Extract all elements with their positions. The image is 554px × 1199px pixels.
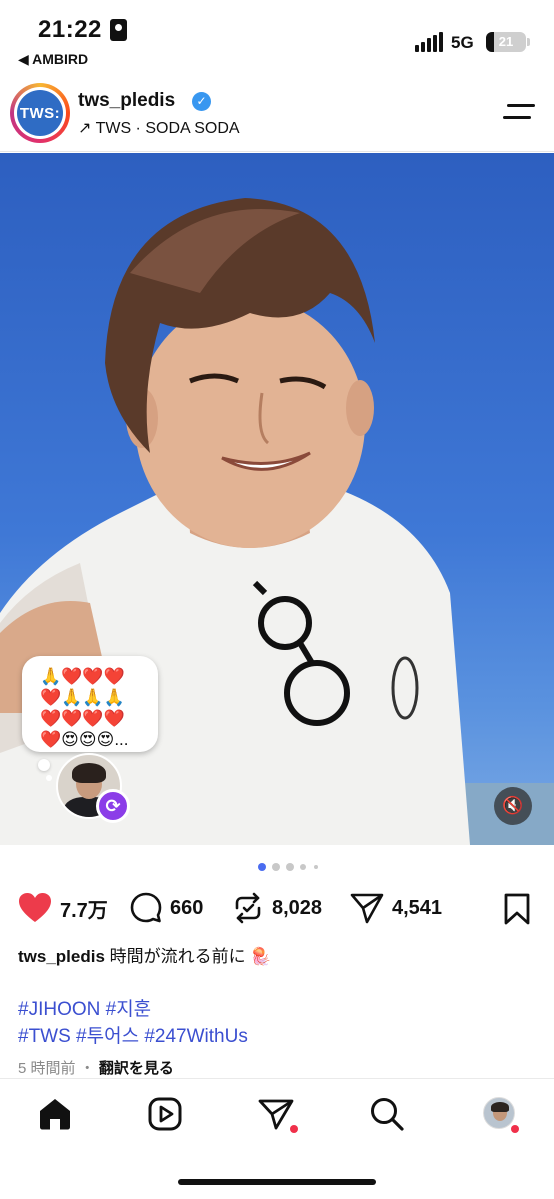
note-line: ❤️❤️❤️❤️ <box>40 709 125 728</box>
caption-username[interactable]: tws_pledis <box>18 947 105 966</box>
hashtags: #JIHOON #지훈 #TWS #투어스 #247WithUs <box>18 996 248 1050</box>
repost-count: 8,028 <box>272 896 323 919</box>
battery-percent: 21 <box>498 34 514 49</box>
share-button[interactable]: 4,541 <box>350 891 442 925</box>
share-count: 4,541 <box>392 896 443 919</box>
nav-direct[interactable] <box>257 1095 298 1135</box>
post-time: 5 時間前 <box>18 1060 76 1077</box>
post-caption: tws_pledis 時間が流れる前に 🪼 <box>18 942 538 967</box>
status-bar: 21:22 ◀ AMBIRD 5G 21 <box>0 0 554 72</box>
music-link[interactable]: ↗ TWS · SODA SODA <box>78 118 240 138</box>
back-to-app-link[interactable]: ◀ AMBIRD <box>18 51 88 68</box>
reels-icon <box>148 1097 182 1131</box>
notification-dot <box>290 1125 298 1133</box>
action-bar: 7.7万 660 8,028 4,541 <box>0 885 554 931</box>
comment-count: 660 <box>170 896 204 919</box>
like-button[interactable]: 7.7万 <box>18 891 108 925</box>
nav-home[interactable] <box>36 1095 76 1135</box>
signal-icon <box>415 32 443 52</box>
note-line: 🙏❤️❤️❤️ <box>40 667 125 686</box>
carousel-dot <box>286 863 294 871</box>
note-tail-small <box>46 775 52 781</box>
carousel-indicator <box>258 863 328 873</box>
carousel-dot <box>272 863 280 871</box>
hashtag-line[interactable]: #TWS #투어스 #247WithUs <box>18 1023 248 1050</box>
hashtag-line[interactable]: #JIHOON #지훈 <box>18 996 248 1023</box>
post-header: TWS: tws_pledis ✓ ↗ TWS · SODA SODA <box>0 74 554 152</box>
repost-badge-icon: ⟳ <box>96 789 130 823</box>
id-card-icon <box>110 19 127 41</box>
carousel-dot <box>300 864 306 870</box>
account-avatar[interactable]: TWS: <box>14 87 66 139</box>
nav-reels[interactable] <box>146 1095 186 1135</box>
nav-profile-avatar[interactable] <box>483 1097 515 1129</box>
repost-button[interactable]: 8,028 <box>232 891 322 925</box>
notification-dot <box>511 1125 519 1133</box>
meta-separator: ・ <box>79 1060 95 1077</box>
post-photo[interactable]: 🙏❤️❤️❤️ ❤️🙏🙏🙏 ❤️❤️❤️❤️ ❤️😍😍😍... ⟳ 🔇 <box>0 153 554 845</box>
like-count: 7.7万 <box>60 899 108 922</box>
translate-link[interactable]: 翻訳を見る <box>99 1060 174 1077</box>
battery-icon: 21 <box>486 32 526 52</box>
story-ring[interactable]: TWS: <box>10 83 70 143</box>
home-icon <box>40 1099 70 1130</box>
nav-search[interactable] <box>368 1095 408 1135</box>
home-indicator <box>178 1179 376 1185</box>
bookmark-icon <box>504 893 530 925</box>
post-meta: 5 時間前 ・ 翻訳を見る <box>18 1057 174 1078</box>
mute-icon[interactable]: 🔇 <box>494 787 532 825</box>
status-time: 21:22 <box>38 16 102 43</box>
avatar-logo-text: TWS: <box>17 90 63 136</box>
verified-badge-icon: ✓ <box>192 92 211 111</box>
repost-icon <box>235 892 261 924</box>
search-icon <box>371 1098 404 1131</box>
menu-icon[interactable] <box>503 102 537 122</box>
network-type: 5G <box>451 33 474 52</box>
comment-button[interactable]: 660 <box>130 891 203 925</box>
heart-icon <box>19 893 51 922</box>
note-line: ❤️🙏🙏🙏 <box>40 688 125 707</box>
battery-cap <box>527 38 530 46</box>
send-icon <box>350 893 384 924</box>
caption-text: 時間が流れる前に 🪼 <box>109 947 272 966</box>
carousel-dot <box>314 865 318 869</box>
post-username[interactable]: tws_pledis <box>78 90 175 112</box>
note-bubble[interactable]: 🙏❤️❤️❤️ ❤️🙏🙏🙏 ❤️❤️❤️❤️ ❤️😍😍😍... <box>22 656 158 752</box>
comment-icon <box>130 892 162 923</box>
note-tail <box>38 759 50 771</box>
save-button[interactable] <box>503 893 531 930</box>
carousel-dot-active <box>258 863 266 871</box>
note-line: ❤️😍😍😍... <box>40 730 129 749</box>
